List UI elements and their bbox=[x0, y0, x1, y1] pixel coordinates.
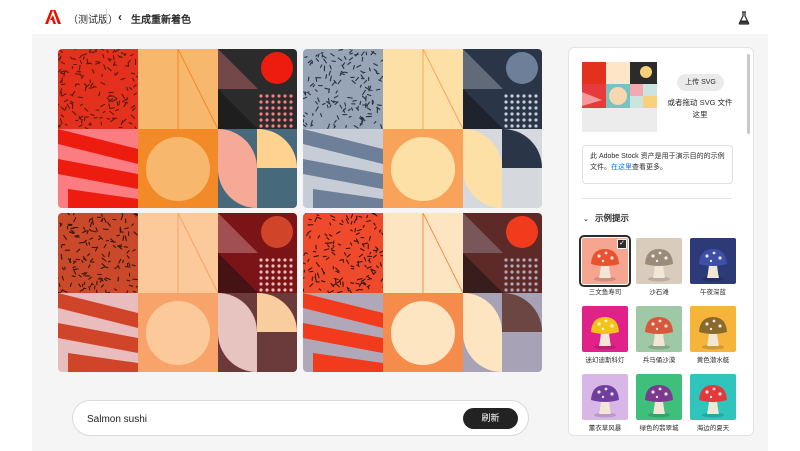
sample-label: 午夜深蓝 bbox=[700, 289, 726, 296]
sample-prompt-5[interactable]: 兵马俑沙漠 bbox=[636, 306, 682, 364]
prompt-input[interactable] bbox=[87, 411, 447, 427]
upload-svg-button[interactable]: 上传 SVG bbox=[677, 74, 724, 91]
chevron-left-icon[interactable]: ‹ bbox=[114, 9, 126, 25]
sample-prompt-6[interactable]: 黄色潜水艇 bbox=[690, 306, 736, 364]
sample-label: 薰衣草风暴 bbox=[588, 425, 622, 432]
scrollbar[interactable] bbox=[747, 54, 750, 134]
sample-prompt-7[interactable]: 薰衣草风暴 bbox=[582, 374, 628, 432]
side-panel: 上传 SVG 或者拖动 SVG 文件这里 此 Adobe Stock 资产是用于… bbox=[568, 47, 754, 436]
variant-3[interactable] bbox=[58, 213, 297, 372]
sample-thumbnail bbox=[690, 374, 736, 420]
sample-thumbnail bbox=[636, 238, 682, 284]
sample-prompt-1[interactable]: ✓ 三文鱼寿司 bbox=[579, 235, 631, 296]
variant-4[interactable] bbox=[303, 213, 542, 372]
sample-prompt-4[interactable]: 迷幻迪斯科灯 bbox=[582, 306, 628, 364]
adobe-logo-icon bbox=[45, 10, 61, 24]
sample-label: 兵马俑沙漠 bbox=[642, 357, 676, 364]
sample-label: 沙石滩 bbox=[649, 289, 669, 296]
panel-divider bbox=[582, 198, 732, 199]
variant-1[interactable] bbox=[58, 49, 297, 208]
sample-prompt-8[interactable]: 绿色的翡翠城 bbox=[636, 374, 682, 432]
flask-icon[interactable] bbox=[738, 11, 750, 25]
sample-thumbnail bbox=[690, 238, 736, 284]
sample-label: 海边的夏天 bbox=[696, 425, 730, 432]
refresh-button[interactable]: 刷新 bbox=[463, 408, 518, 429]
sample-thumbnail bbox=[690, 306, 736, 352]
sample-thumbnail bbox=[636, 374, 682, 420]
prompt-bar: 刷新 bbox=[72, 400, 529, 436]
app-title: （测试版） bbox=[68, 15, 118, 26]
header-divider bbox=[106, 9, 107, 25]
sample-label: 迷幻迪斯科灯 bbox=[585, 357, 625, 364]
sample-label: 黄色潜水艇 bbox=[696, 357, 730, 364]
sample-thumbnail bbox=[582, 374, 628, 420]
page-title: 生成重新着色 bbox=[131, 15, 191, 26]
stock-link[interactable]: 在这里 bbox=[611, 164, 632, 171]
variant-2[interactable] bbox=[303, 49, 542, 208]
stock-note-suffix: 查看更多。 bbox=[632, 164, 667, 171]
sample-prompts-header[interactable]: ⌄ 示例提示 bbox=[583, 212, 629, 224]
section-title: 示例提示 bbox=[595, 213, 630, 223]
sample-thumbnail bbox=[582, 306, 628, 352]
sample-thumbnail bbox=[636, 306, 682, 352]
sample-thumbnail: ✓ bbox=[579, 235, 631, 287]
sample-prompt-3[interactable]: 午夜深蓝 bbox=[690, 238, 736, 296]
sample-label: 绿色的翡翠城 bbox=[639, 425, 679, 432]
top-bar: （测试版） ‹ 生成重新着色 bbox=[0, 0, 800, 34]
stock-note: 此 Adobe Stock 资产是用于演示目的的示例文件。在这里查看更多。 bbox=[582, 145, 733, 184]
checkmark-icon: ✓ bbox=[617, 239, 627, 249]
chevron-down-icon: ⌄ bbox=[583, 216, 589, 223]
sample-prompt-9[interactable]: 海边的夏天 bbox=[690, 374, 736, 432]
source-artwork-thumbnail bbox=[582, 62, 657, 132]
drag-hint: 或者拖动 SVG 文件这里 bbox=[667, 98, 733, 119]
sample-prompt-2[interactable]: 沙石滩 bbox=[636, 238, 682, 296]
sample-label: 三文鱼寿司 bbox=[588, 289, 622, 296]
